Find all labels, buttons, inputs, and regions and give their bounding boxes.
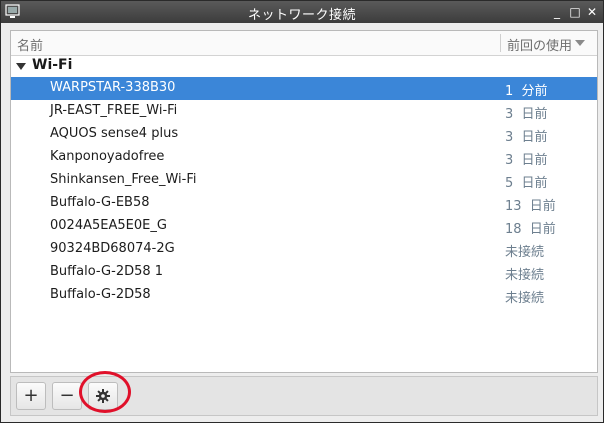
window-title: ネットワーク接続 <box>247 8 356 23</box>
close-button[interactable]: ✕ <box>584 4 600 20</box>
connection-last-used: 5 日前 <box>505 176 548 191</box>
connection-row[interactable]: AQUOS sense4 plus 3 日前 <box>11 123 597 146</box>
connection-last-used: 未接続 <box>505 291 545 306</box>
connection-last-used: 3 日前 <box>505 130 548 145</box>
connection-row[interactable]: 90324BD68074-2G 未接続 <box>11 238 597 261</box>
column-separator <box>500 34 501 52</box>
column-name-header[interactable]: 名前 <box>17 35 43 54</box>
maximize-button[interactable]: □ <box>567 4 583 20</box>
connection-last-used: 3 日前 <box>505 107 548 122</box>
highlight-circle-annotation <box>79 371 131 413</box>
connection-row[interactable]: 0024A5EA5E0E_G 18 日前 <box>11 215 597 238</box>
minimize-button[interactable]: _ <box>549 4 565 20</box>
connection-name: AQUOS sense4 plus <box>50 126 179 141</box>
connection-row[interactable]: Shinkansen_Free_Wi-Fi 5 日前 <box>11 169 597 192</box>
connection-name: WARPSTAR-338B30 <box>50 80 176 95</box>
connection-name: Shinkansen_Free_Wi-Fi <box>50 172 197 187</box>
connection-name: Kanponoyadofree <box>50 149 165 164</box>
connection-row[interactable]: Buffalo-G-2D58 未接続 <box>11 284 597 307</box>
column-last-used-header[interactable]: 前回の使用 <box>507 35 572 54</box>
connection-name: Buffalo-G-EB58 <box>50 195 150 210</box>
group-wifi[interactable]: Wi-Fi <box>11 55 597 77</box>
titlebar[interactable]: ネットワーク接続 _ □ ✕ <box>1 1 603 23</box>
connection-last-used: 18 日前 <box>505 222 556 237</box>
connection-name: 0024A5EA5E0E_G <box>50 218 167 233</box>
connection-name: Buffalo-G-2D58 1 <box>50 264 164 279</box>
connection-row[interactable]: Kanponoyadofree 3 日前 <box>11 146 597 169</box>
connection-row[interactable]: WARPSTAR-338B30 1 分前 <box>11 77 597 100</box>
network-connections-window: ネットワーク接続 _ □ ✕ 名前 前回の使用 Wi-Fi WARPSTAR-3… <box>0 0 604 423</box>
connection-row[interactable]: JR-EAST_FREE_Wi-Fi 3 日前 <box>11 100 597 123</box>
connection-last-used: 未接続 <box>505 245 545 260</box>
connection-row[interactable]: Buffalo-G-2D58 1 未接続 <box>11 261 597 284</box>
column-header: 名前 前回の使用 <box>11 31 597 56</box>
connection-last-used: 1 分前 <box>505 84 548 99</box>
connections-list[interactable]: 名前 前回の使用 Wi-Fi WARPSTAR-338B30 1 分前 JR-E… <box>10 30 598 373</box>
connection-name: Buffalo-G-2D58 <box>50 287 151 302</box>
connection-last-used: 13 日前 <box>505 199 556 214</box>
expander-down-icon[interactable] <box>16 63 26 70</box>
group-label: Wi-Fi <box>32 57 73 73</box>
add-connection-button[interactable]: + <box>16 382 46 410</box>
connection-row[interactable]: Buffalo-G-EB58 13 日前 <box>11 192 597 215</box>
connection-name: JR-EAST_FREE_Wi-Fi <box>50 103 178 118</box>
connection-last-used: 3 日前 <box>505 153 548 168</box>
sort-down-icon[interactable] <box>575 40 585 46</box>
connection-last-used: 未接続 <box>505 268 545 283</box>
remove-connection-button[interactable]: − <box>52 382 82 410</box>
connection-name: 90324BD68074-2G <box>50 241 175 256</box>
connection-rows: WARPSTAR-338B30 1 分前 JR-EAST_FREE_Wi-Fi … <box>11 77 597 307</box>
